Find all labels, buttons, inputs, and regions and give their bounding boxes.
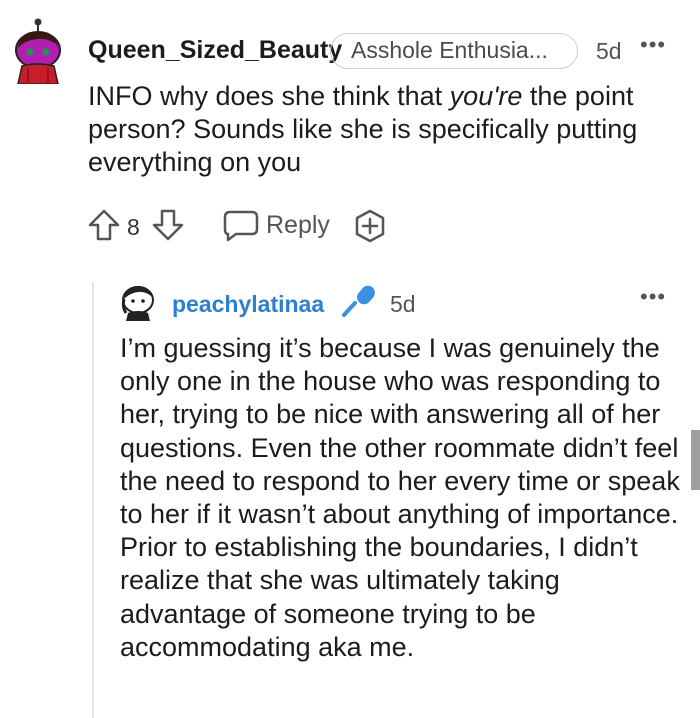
reply-timestamp: 5d [390, 291, 416, 317]
more-options-icon[interactable]: ••• [640, 32, 666, 58]
reply-author[interactable]: peachylatinaa [172, 291, 324, 318]
downvote-icon[interactable] [150, 207, 186, 248]
comment-body: INFO why does she think that you're the … [88, 81, 638, 177]
thread-line[interactable] [92, 282, 94, 718]
vote-count: 8 [127, 214, 140, 240]
upvote-icon[interactable] [86, 207, 122, 248]
reply-icon[interactable] [222, 209, 260, 248]
avatar[interactable] [120, 283, 156, 321]
avatar[interactable] [8, 18, 68, 85]
more-options-icon[interactable]: ••• [640, 284, 666, 310]
comment-author[interactable]: Queen_Sized_Beauty [88, 36, 342, 65]
scrollbar[interactable] [691, 430, 700, 490]
reply-button[interactable]: Reply [266, 211, 330, 240]
reply-body: I’m guessing it’s because I was genuinel… [120, 333, 680, 662]
award-icon[interactable] [352, 208, 388, 249]
comment-timestamp: 5d [596, 38, 622, 64]
user-flair: Asshole Enthusia... [330, 33, 578, 69]
microphone-icon [339, 283, 379, 324]
